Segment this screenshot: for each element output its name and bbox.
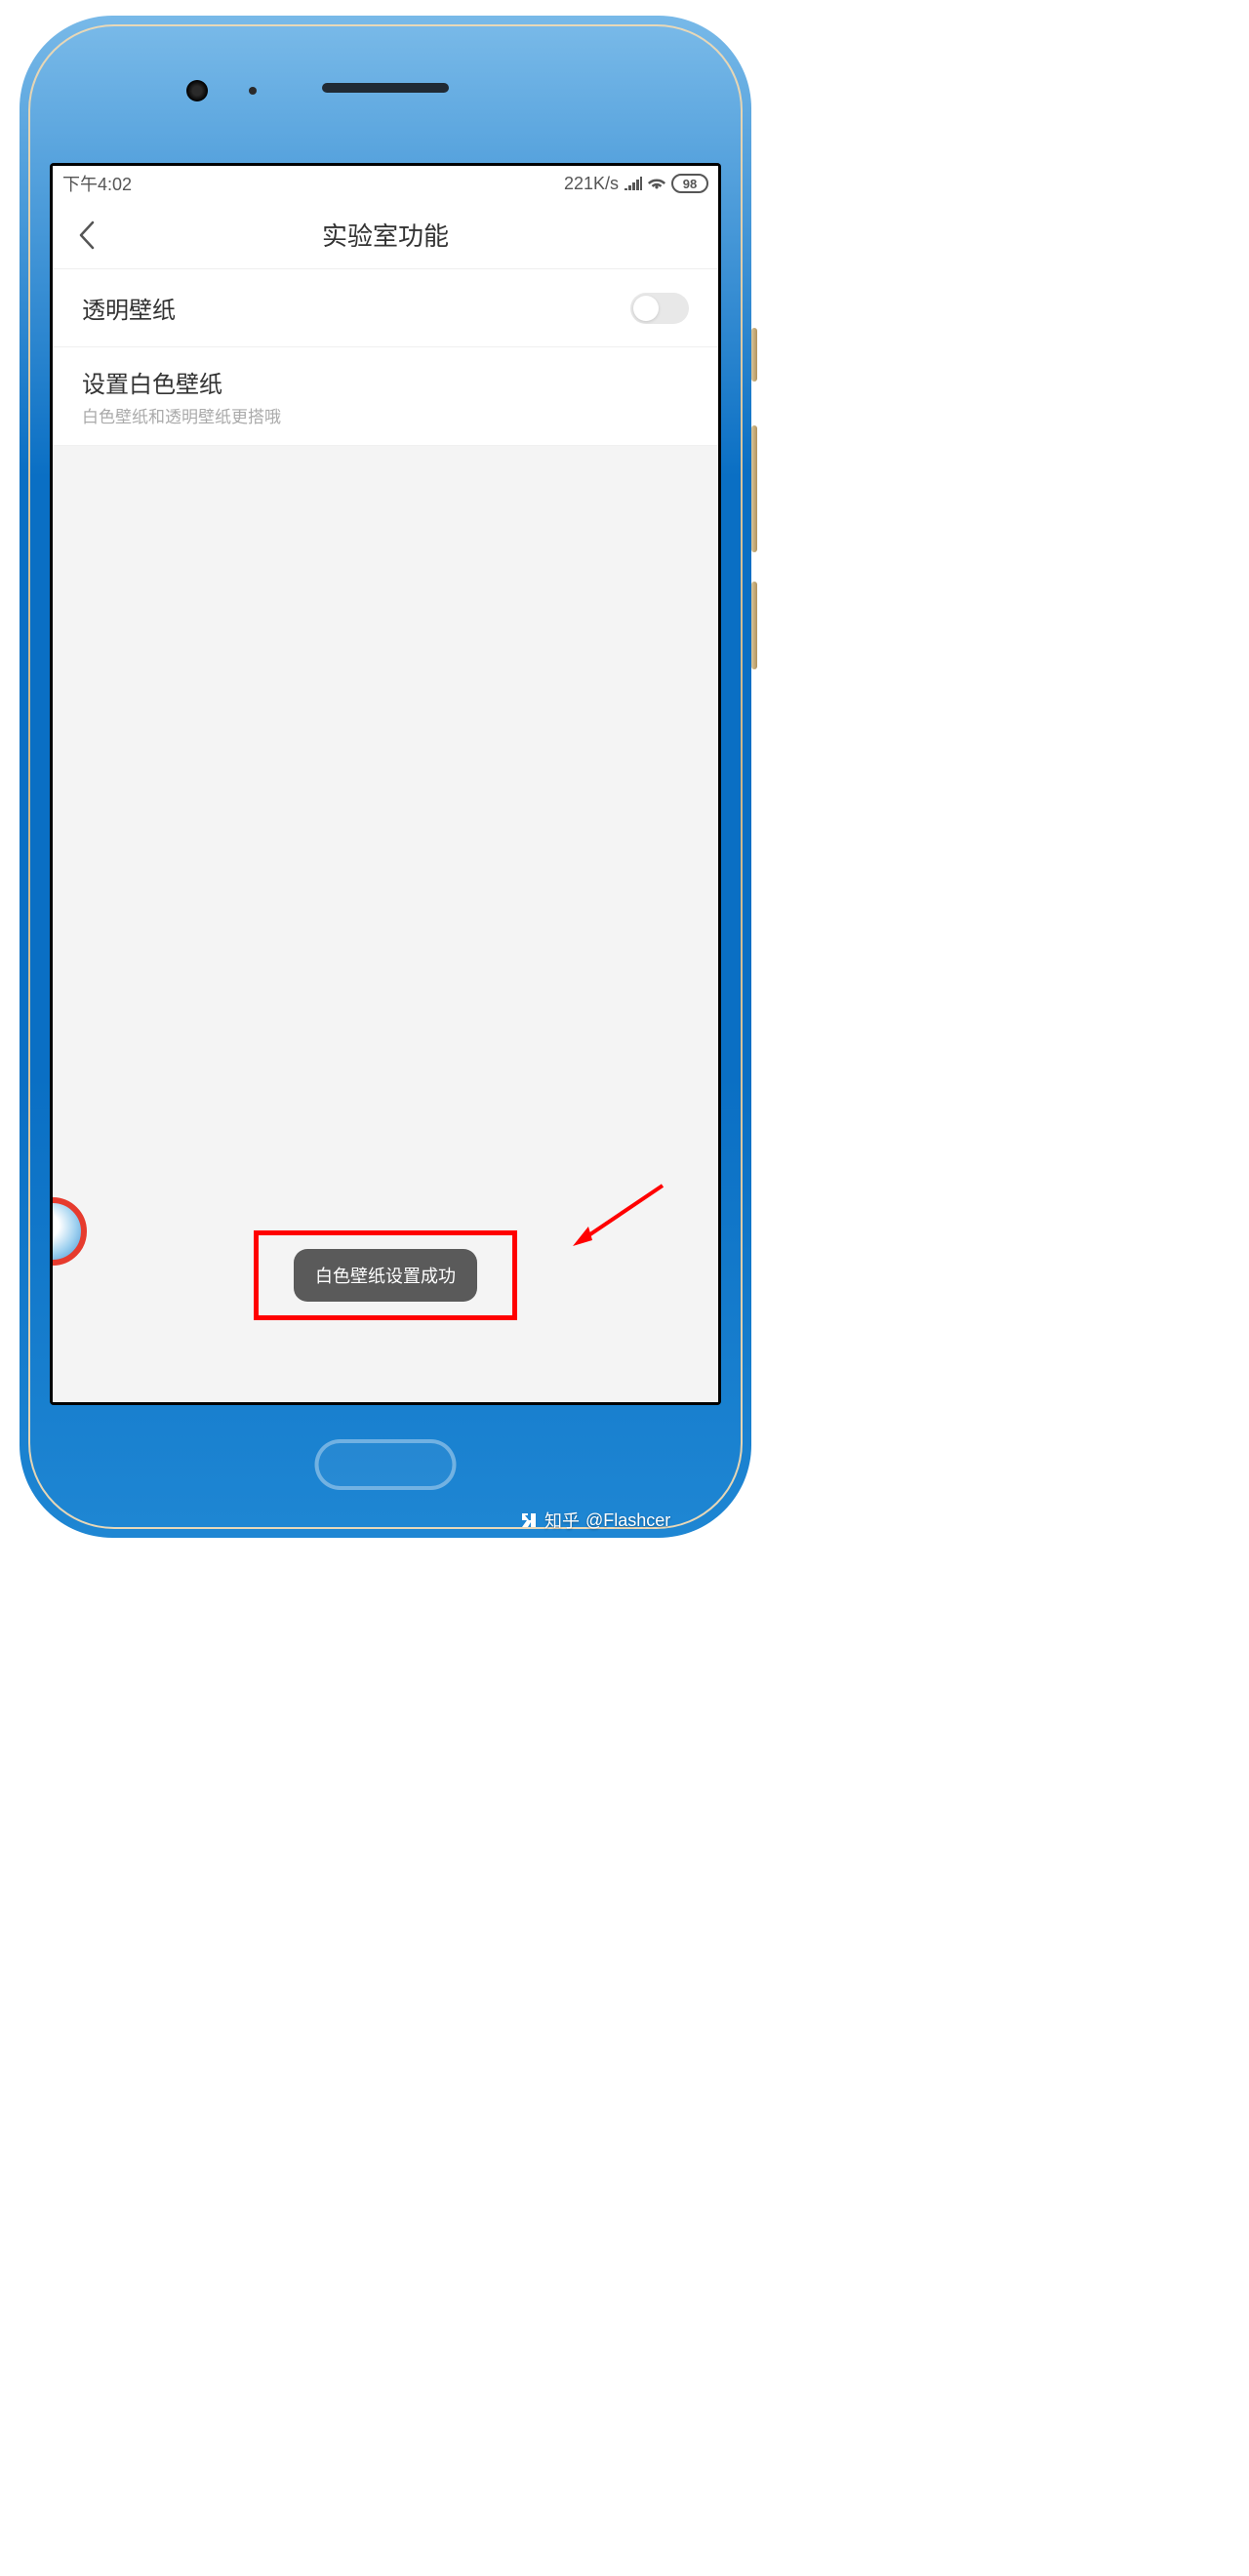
zhihu-logo-icon	[519, 1510, 539, 1530]
setting-hint: 白色壁纸和透明壁纸更搭哦	[82, 403, 281, 427]
chevron-left-icon	[78, 221, 96, 250]
setting-label: 透明壁纸	[82, 291, 176, 325]
transparent-wallpaper-toggle[interactable]	[630, 293, 689, 324]
watermark-handle: @Flashcer	[585, 1510, 670, 1531]
network-speed: 221K/s	[564, 174, 619, 194]
signal-bars-icon	[624, 177, 642, 190]
volume-rocker-icon	[751, 425, 757, 552]
watermark: 知乎 @Flashcer	[519, 1510, 1231, 1530]
earpiece-icon	[322, 83, 449, 93]
setting-transparent-wallpaper[interactable]: 透明壁纸	[53, 269, 718, 347]
setting-white-wallpaper[interactable]: 设置白色壁纸 白色壁纸和透明壁纸更搭哦	[53, 347, 718, 446]
battery-indicator: 98	[671, 174, 708, 193]
phone-screen: 下午4:02 221K/s 98	[53, 166, 718, 1402]
toast-notification: 白色壁纸设置成功	[294, 1249, 477, 1302]
settings-list: 透明壁纸 设置白色壁纸 白色壁纸和透明壁纸更搭哦	[53, 269, 718, 446]
highlight-rectangle-annotation: 白色壁纸设置成功	[254, 1230, 517, 1320]
phone-frame: 下午4:02 221K/s 98	[20, 16, 751, 1538]
status-bar: 下午4:02 221K/s 98	[53, 166, 718, 201]
wifi-icon	[648, 177, 665, 190]
app-header: 实验室功能	[53, 201, 718, 269]
sensor-dot-icon	[249, 87, 257, 95]
home-button[interactable]	[315, 1439, 457, 1490]
toggle-knob-icon	[633, 296, 659, 321]
setting-label: 设置白色壁纸	[82, 365, 281, 399]
back-button[interactable]	[53, 221, 121, 250]
status-time: 下午4:02	[62, 171, 132, 196]
watermark-site: 知乎	[544, 1508, 580, 1533]
power-button-icon	[751, 582, 757, 669]
side-button-icon	[751, 328, 757, 382]
front-camera-icon	[186, 80, 208, 101]
page-title: 实验室功能	[53, 217, 718, 253]
